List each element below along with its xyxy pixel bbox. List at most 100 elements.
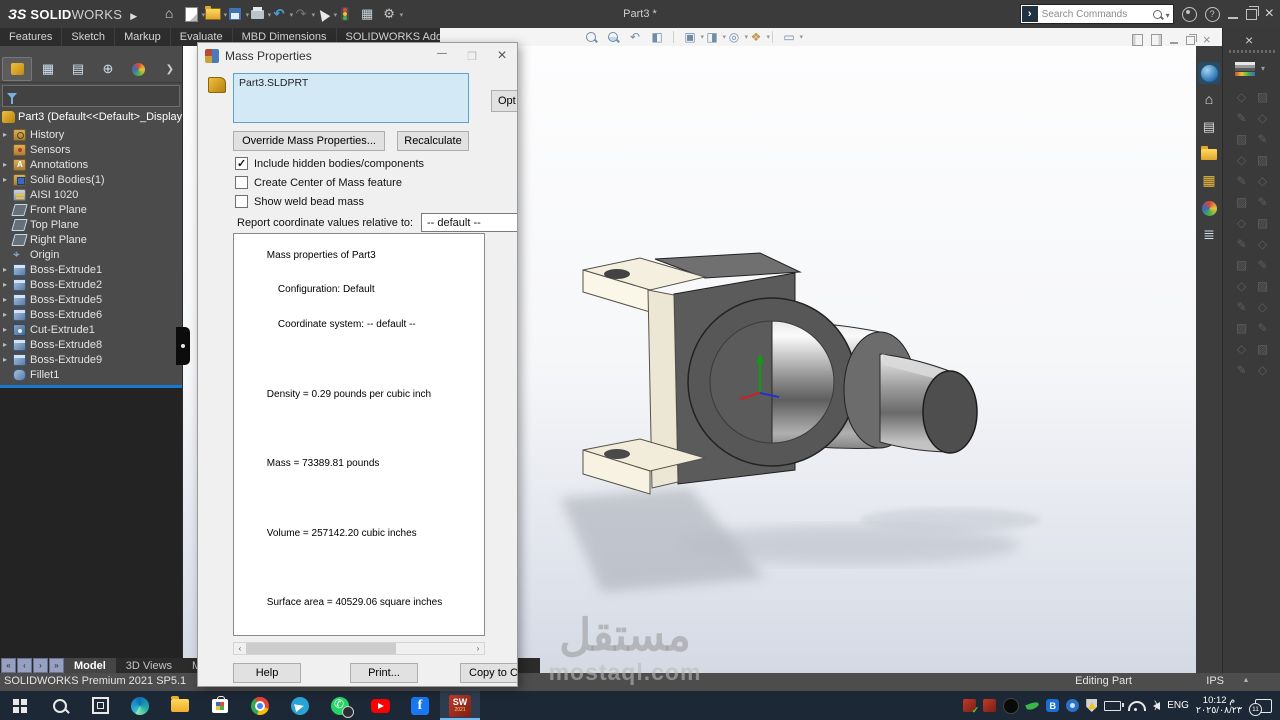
zoom-to-fit-icon[interactable] [583,29,599,44]
youtube-button[interactable] [360,691,400,720]
include-hidden-bodies-checkbox-row[interactable]: Include hidden bodies/components [235,157,424,170]
show-weld-bead-mass-checkbox-row[interactable]: Show weld bead mass [235,195,364,208]
design-library-icon[interactable] [1198,116,1220,138]
toolbar-drag-handle[interactable] [1229,50,1275,53]
view-orientation-icon[interactable] [682,29,698,44]
first-tab-icon[interactable] [1,658,16,673]
scrollbar-track[interactable] [246,643,472,654]
tree-item[interactable]: History [0,127,182,142]
units-dropdown-icon[interactable] [1244,675,1248,684]
recalculate-button[interactable]: Recalculate [397,131,469,151]
tree-item[interactable]: Fillet1 [0,367,182,382]
tree-item[interactable]: Boss-Extrude9 [0,352,182,367]
zoom-to-area-icon[interactable] [605,29,621,44]
coordinate-system-dropdown[interactable]: -- default -- [421,213,518,232]
mass-properties-results[interactable]: Mass properties of Part3 Configuration: … [233,233,485,636]
search-dropdown-icon[interactable] [1166,5,1173,23]
save-icon[interactable] [225,5,245,23]
print-icon[interactable] [247,5,267,23]
dimxpertmanager-tab[interactable] [94,58,122,80]
redo-icon[interactable] [291,5,311,23]
previous-view-icon[interactable] [627,29,643,44]
solidworks-downloader-tray-icon[interactable] [983,699,996,712]
search-commands-box[interactable]: Search Commands [1020,4,1174,24]
appearances-scenes-icon[interactable] [1198,197,1220,219]
panel-splitter-handle[interactable] [176,327,190,365]
edit-appearance-toolbar-icon[interactable] [1235,62,1255,76]
tab-3d-views[interactable]: 3D Views [116,658,182,673]
tree-item[interactable]: Solid Bodies(1) [0,172,182,187]
file-explorer-button[interactable] [160,691,200,720]
copy-to-clipboard-button[interactable]: Copy to Clipb [460,663,518,683]
section-view-icon[interactable] [649,29,665,44]
help-button[interactable]: Help [233,663,301,683]
tab-model[interactable]: Model [64,658,116,673]
settings-sync-tray-icon[interactable] [1066,699,1079,712]
solidworks-taskbar-button[interactable]: SW2021 [440,691,480,720]
configurationmanager-tab[interactable] [64,58,92,80]
edge-button[interactable] [120,691,160,720]
propertymanager-tab[interactable] [34,58,62,80]
wifi-icon[interactable] [1128,701,1146,711]
help-icon[interactable] [1205,7,1220,22]
expand-arrow-icon[interactable] [3,340,12,349]
open-document-icon[interactable] [203,5,223,23]
select-icon[interactable] [313,5,333,23]
scroll-left-icon[interactable] [234,643,246,654]
print-button[interactable]: Print... [350,663,418,683]
expand-arrow-icon[interactable] [3,310,12,319]
b-circle-tray-icon[interactable] [1003,698,1019,714]
language-indicator[interactable]: ENG [1167,700,1189,711]
options-button[interactable]: Opt [491,90,518,112]
tree-item[interactable]: Origin [0,247,182,262]
file-explorer-icon[interactable] [1198,143,1220,165]
panel-tabs-overflow-arrow[interactable] [166,64,180,75]
checkbox[interactable] [235,157,248,170]
restore-document-icon[interactable] [1186,36,1195,45]
expand-arrow-icon[interactable] [3,130,12,139]
checkbox[interactable] [235,195,248,208]
tree-item[interactable]: Boss-Extrude6 [0,307,182,322]
telegram-button[interactable] [280,691,320,720]
solidworks-ok-tray-icon[interactable] [963,699,976,712]
file-properties-icon[interactable] [357,5,377,23]
minimize-window-icon[interactable] [1228,17,1238,19]
expand-arrow-icon[interactable] [3,355,12,364]
custom-properties-icon[interactable] [1198,224,1220,246]
undo-icon[interactable] [269,5,289,23]
selection-box[interactable]: Part3.SLDPRT [233,73,469,123]
whatsapp-button[interactable] [320,691,360,720]
new-document-icon[interactable] [181,5,201,23]
minimize-document-icon[interactable] [1170,42,1178,44]
tree-filter-box[interactable] [2,85,180,107]
action-center-icon[interactable]: 11 [1255,699,1272,713]
expand-arrow-icon[interactable] [3,280,12,289]
tab-features[interactable]: Features [0,28,62,46]
chrome-button[interactable] [240,691,280,720]
results-horizontal-scrollbar[interactable] [233,642,485,655]
tab-markup[interactable]: Markup [115,28,171,46]
rebuild-icon[interactable] [335,5,355,23]
bluetooth-icon[interactable] [1046,699,1059,712]
logo-flyout-arrow-icon[interactable] [126,7,137,22]
tree-item[interactable]: Annotations [0,157,182,172]
checkbox[interactable] [235,176,248,189]
tree-root-item[interactable]: Part3 (Default<<Default>_Display S [0,107,182,127]
tree-item[interactable]: Right Plane [0,232,182,247]
tree-item[interactable]: Top Plane [0,217,182,232]
expand-arrow-icon[interactable] [3,160,12,169]
pane-left-icon[interactable] [1132,34,1143,46]
restore-window-icon[interactable] [1246,9,1257,20]
close-document-icon[interactable] [1203,31,1211,49]
home-tab-icon[interactable] [1198,89,1220,111]
search-icon[interactable] [1153,10,1162,19]
tree-item[interactable]: Boss-Extrude8 [0,337,182,352]
security-shield-warning-icon[interactable] [1086,699,1097,712]
featuremanager-tree-tab[interactable] [2,57,32,81]
tree-item[interactable]: Sensors [0,142,182,157]
battery-icon[interactable] [1104,701,1121,711]
pane-right-icon[interactable] [1151,34,1162,46]
units-selector[interactable]: IPS [1206,675,1224,687]
last-tab-icon[interactable] [49,658,64,673]
taskbar-search-button[interactable] [40,691,80,720]
